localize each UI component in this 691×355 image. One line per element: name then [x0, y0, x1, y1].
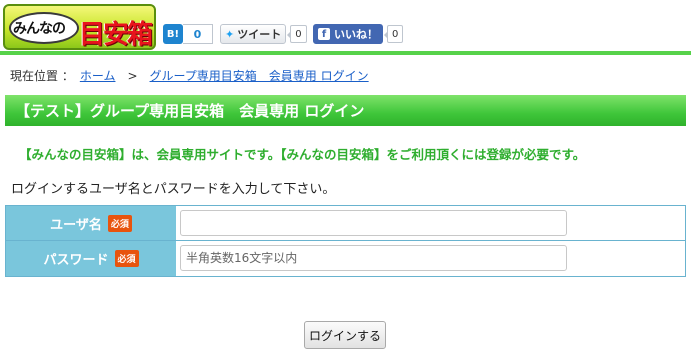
- login-button[interactable]: ログインする: [304, 321, 386, 349]
- password-label-cell: パスワード 必須: [6, 241, 176, 276]
- tweet-label: ツイート: [237, 28, 282, 41]
- tweet-button-body[interactable]: ✦ ツイート: [220, 24, 287, 44]
- member-notice: 【みんなの目安箱】は、会員専用サイトです。【みんなの目安箱】をご利用頂くには登録…: [19, 147, 586, 162]
- tweet-button[interactable]: ✦ ツイート 0: [220, 24, 307, 44]
- logo-text-minnano: みんなの: [13, 21, 66, 37]
- page-title: 【テスト】グループ専用目安箱 会員専用 ログイン: [15, 102, 365, 120]
- password-input[interactable]: [180, 245, 567, 271]
- breadcrumb: 現在位置 ： ホーム > グループ専用目安箱 会員専用 ログイン: [10, 67, 369, 84]
- tweet-count: 0: [287, 25, 307, 43]
- breadcrumb-current-label: 現在位置 ：: [10, 69, 74, 83]
- password-label: パスワード: [43, 253, 109, 268]
- username-required-badge: 必須: [107, 214, 132, 232]
- breadcrumb-page-link[interactable]: グループ専用目安箱 会員専用 ログイン: [150, 67, 369, 84]
- username-label-cell: ユーザ名 必須: [6, 206, 176, 240]
- password-required-badge: 必須: [114, 250, 139, 267]
- facebook-like-count: 0: [383, 25, 404, 43]
- username-row: ユーザ名 必須: [6, 206, 685, 241]
- facebook-like-button[interactable]: f いいね！ 0: [313, 24, 404, 44]
- breadcrumb-home-link[interactable]: ホーム: [80, 67, 116, 84]
- header-divider: [0, 51, 691, 55]
- login-form: ユーザ名 必須 パスワード 必須: [5, 205, 686, 277]
- facebook-icon: f: [318, 28, 330, 40]
- site-logo[interactable]: みんなの 目安箱: [3, 4, 156, 50]
- hatena-bookmark-button[interactable]: B! 0: [163, 24, 213, 44]
- twitter-bird-icon: ✦: [225, 27, 235, 41]
- login-instruction: ログインするユーザ名とパスワードを入力して下さい。: [11, 182, 336, 197]
- username-input[interactable]: [180, 210, 567, 236]
- facebook-like-label: いいね！: [334, 28, 378, 41]
- breadcrumb-separator: >: [127, 68, 138, 83]
- hatena-count: 0: [183, 24, 213, 44]
- page-title-bar: 【テスト】グループ専用目安箱 会員専用 ログイン: [5, 95, 686, 126]
- password-input-cell: [177, 241, 685, 276]
- password-row: パスワード 必須: [6, 241, 685, 276]
- username-input-cell: [177, 206, 685, 240]
- facebook-like-body[interactable]: f いいね！: [313, 24, 383, 44]
- logo-text-meyasubako: 目安箱: [79, 20, 153, 50]
- username-label: ユーザ名: [50, 217, 102, 233]
- hatena-icon: B!: [163, 24, 183, 44]
- site-header: みんなの 目安箱 B! 0 ✦ ツイート 0 f いいね！ 0: [0, 0, 691, 58]
